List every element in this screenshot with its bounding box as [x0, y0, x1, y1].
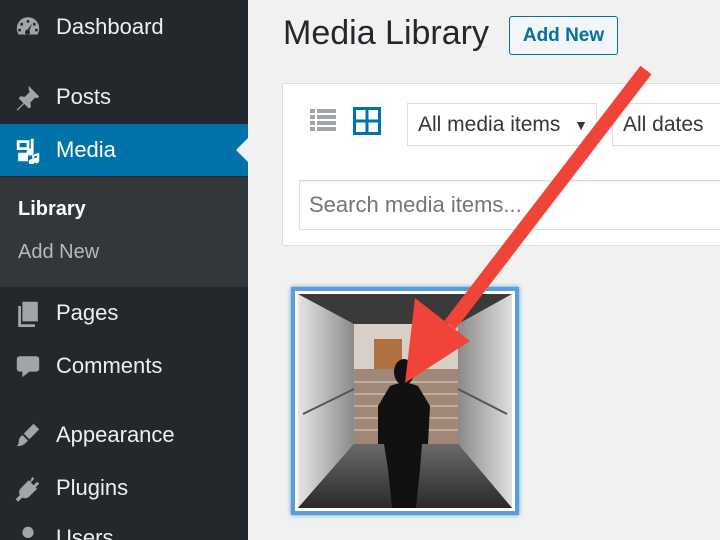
user-icon: [14, 524, 42, 540]
admin-sidebar: Dashboard Posts Media Library Add New Pa…: [0, 0, 248, 540]
sidebar-item-plugins[interactable]: Plugins: [0, 462, 248, 514]
sidebar-item-media[interactable]: Media: [0, 124, 248, 176]
media-type-filter[interactable]: All media items ▼: [407, 103, 597, 146]
sidebar-item-label: Pages: [56, 300, 119, 325]
pages-icon: [14, 299, 42, 327]
sidebar-item-comments[interactable]: Comments: [0, 340, 248, 392]
media-submenu: Library Add New: [0, 177, 248, 287]
sidebar-item-label: Media: [56, 137, 116, 162]
sidebar-item-users[interactable]: Users: [0, 512, 248, 540]
submenu-item-library[interactable]: Library: [18, 198, 86, 221]
sidebar-item-label: Dashboard: [56, 14, 164, 39]
brush-icon: [14, 421, 42, 449]
current-menu-indicator: [236, 138, 248, 162]
comment-icon: [14, 352, 42, 380]
corridor-photo: [298, 294, 512, 508]
plug-icon: [14, 474, 42, 502]
media-search-input[interactable]: Search media items...: [299, 180, 720, 230]
dashboard-icon: [14, 13, 42, 41]
date-filter-value: All dates: [623, 112, 704, 136]
sidebar-item-pages[interactable]: Pages: [0, 287, 248, 339]
sidebar-item-appearance[interactable]: Appearance: [0, 409, 248, 461]
page-title: Media Library: [283, 14, 489, 52]
caret-down-icon: ▼: [574, 116, 588, 133]
sidebar-item-label: Plugins: [56, 475, 129, 500]
sidebar-item-label: Appearance: [56, 422, 175, 447]
date-filter[interactable]: All dates: [612, 103, 720, 146]
add-new-button[interactable]: Add New: [509, 16, 618, 55]
media-icon: [14, 136, 42, 164]
sidebar-item-dashboard[interactable]: Dashboard: [0, 1, 248, 53]
list-view-icon[interactable]: [308, 106, 338, 136]
media-type-filter-value: All media items: [418, 112, 561, 136]
search-placeholder: Search media items...: [309, 192, 522, 217]
sidebar-item-posts[interactable]: Posts: [0, 71, 248, 123]
sidebar-item-label: Posts: [56, 84, 112, 109]
pin-icon: [14, 83, 42, 111]
media-item-thumbnail[interactable]: [291, 287, 519, 515]
sidebar-item-label: Comments: [56, 353, 163, 378]
grid-view-icon[interactable]: [352, 106, 382, 136]
submenu-item-add-new[interactable]: Add New: [18, 241, 99, 264]
sidebar-item-label: Users: [56, 525, 114, 540]
